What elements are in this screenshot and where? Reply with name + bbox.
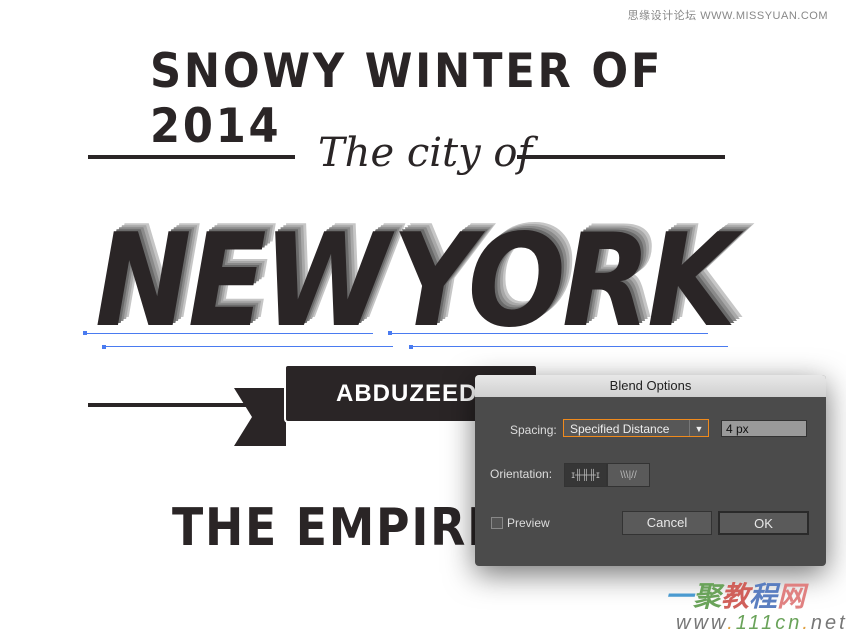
spacing-value: Specified Distance <box>570 422 670 436</box>
selection-path <box>410 346 728 347</box>
watermark-bottom-url: www.111cn.net <box>676 612 846 634</box>
align-to-path-icon: \\\|// <box>620 470 637 481</box>
cancel-button[interactable]: Cancel <box>622 511 712 535</box>
ok-button[interactable]: OK <box>718 511 809 535</box>
bottom-text: THE EMPIRE <box>172 498 501 558</box>
distance-input[interactable]: 4 px <box>721 420 807 437</box>
divider-banner-left <box>88 403 248 407</box>
headline-york[interactable]: YORK <box>392 218 736 346</box>
dialog-title: Blend Options <box>475 375 826 397</box>
orientation-label: Orientation: <box>490 467 553 481</box>
align-to-page-button[interactable]: ɪ╫╫╫ɪ <box>564 463 607 487</box>
watermark-bottom-cn: 一聚教程网 <box>665 581 806 612</box>
blend-options-dialog: Blend Options Spacing: Specified Distanc… <box>475 375 826 566</box>
selection-path <box>103 346 393 347</box>
selection-path <box>85 333 373 334</box>
script-text: The city of <box>318 130 533 176</box>
align-to-page-icon: ɪ╫╫╫ɪ <box>571 470 600 481</box>
divider-right <box>517 155 725 159</box>
preview-checkbox[interactable] <box>491 517 503 529</box>
anchor-handle[interactable] <box>102 345 106 349</box>
anchor-handle[interactable] <box>388 331 392 335</box>
banner-text: ABDUZEEDO <box>336 380 498 407</box>
watermark-top: 思缘设计论坛 WWW.MISSYUAN.COM <box>627 10 828 22</box>
selection-path <box>390 333 708 334</box>
divider-left <box>88 155 295 159</box>
anchor-handle[interactable] <box>83 331 87 335</box>
align-to-path-button[interactable]: \\\|// <box>607 463 650 487</box>
headline-new[interactable]: NEW <box>95 218 390 346</box>
chevron-down-icon: ▼ <box>689 420 708 436</box>
preview-label[interactable]: Preview <box>507 516 550 530</box>
spacing-label: Spacing: <box>510 423 557 437</box>
anchor-handle[interactable] <box>409 345 413 349</box>
spacing-select[interactable]: Specified Distance ▼ <box>563 419 709 437</box>
